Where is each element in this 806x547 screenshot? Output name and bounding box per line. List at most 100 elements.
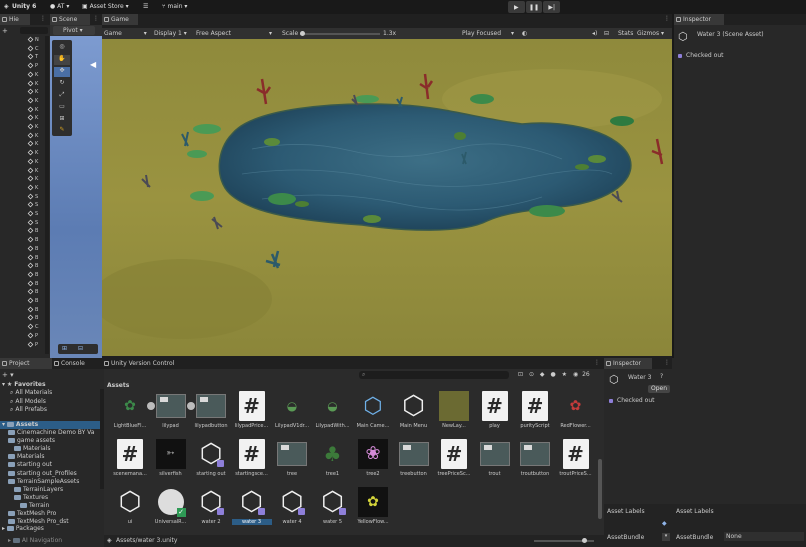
scale-slider-handle[interactable] [300,31,305,36]
tab-scene[interactable]: Scene [50,14,90,25]
hierarchy-item[interactable]: K [27,114,45,122]
asset-item[interactable]: # play [477,391,513,435]
tree-item[interactable]: Terrain [20,502,49,510]
stats-button[interactable]: Stats [618,29,633,38]
asset-item[interactable]: # startingsce... [234,439,270,483]
asset-item[interactable]: # scenemana... [112,439,148,483]
hierarchy-item[interactable]: B [27,227,45,235]
hidden-packages-icon[interactable]: ● [550,371,555,378]
grid-icon[interactable]: ⊞ [62,345,67,352]
right-asset-bundle-dropdown[interactable]: None [724,532,804,541]
asset-grid-scrollbar[interactable] [598,459,602,519]
tab-hierarchy[interactable]: Hie [0,14,30,25]
asset-item[interactable]: # troutPriceS... [558,439,594,483]
hierarchy-item[interactable]: B [27,262,45,270]
display-dropdown[interactable]: Display 1 ▾ [154,29,187,38]
hierarchy-item[interactable]: K [27,123,45,131]
hierarchy-item[interactable]: S [27,201,45,209]
snap-icon[interactable]: ⊟ [78,345,83,352]
mute-icon[interactable]: ◐ [522,29,527,38]
hierarchy-item[interactable]: K [27,71,45,79]
help-icon[interactable]: ? [660,373,663,380]
favorite-item[interactable]: ⌕ All Models [10,398,46,406]
hierarchy-item[interactable]: S [27,193,45,201]
hierarchy-item[interactable]: B [27,297,45,305]
hierarchy-item[interactable]: K [27,140,45,148]
account-button[interactable]: ● AT ▾ [50,2,69,12]
open-button[interactable]: Open [648,385,670,393]
icon-size-handle[interactable] [582,538,587,543]
tree-item[interactable]: TextMesh Pro [8,510,56,518]
tab-inspector[interactable]: Inspector [674,14,724,25]
transform-tool-icon[interactable]: ⊞ [54,115,70,125]
gizmos-dropdown[interactable]: Gizmos ▾ [637,29,664,38]
asset-item[interactable]: ♣ tree1 [315,439,351,483]
asset-item[interactable]: ✓ UniversalR... [153,487,189,531]
expand-icon[interactable] [187,402,195,410]
asset-item[interactable]: ➳ silverfish [153,439,189,483]
hierarchy-item[interactable]: K [27,106,45,114]
hierarchy-item[interactable]: K [27,175,45,183]
more-icon[interactable]: ⋮ [594,359,600,366]
hierarchy-item[interactable]: T [27,53,45,61]
hierarchy-scrollbar[interactable] [45,36,49,354]
hierarchy-item[interactable]: P [27,332,45,340]
packages-child[interactable]: ▸ AI Navigation [8,537,62,545]
hierarchy-item[interactable]: P [27,341,45,349]
asset-bundle-dropdown[interactable]: ▾ [662,533,670,541]
more-icon[interactable]: ⋮ [40,15,46,22]
asset-search-input[interactable]: ⌕ [359,371,509,379]
asset-item[interactable]: lilypadbutton [187,391,229,435]
hand-tool-icon[interactable]: ✋ [54,55,70,65]
asset-item[interactable]: ✿ LightBlueFl... [112,391,148,435]
hierarchy-item[interactable]: K [27,97,45,105]
asset-item[interactable]: trout [477,439,513,483]
hierarchy-item[interactable]: B [27,236,45,244]
tab-project[interactable]: Project [0,358,52,369]
game-mode-dropdown[interactable]: Game ▾ [104,29,147,38]
tab-version-control[interactable]: Unity Version Control [102,358,192,369]
hierarchy-item[interactable]: C [27,323,45,331]
pause-button[interactable]: ❚❚ [525,1,543,13]
more-icon[interactable]: ⋮ [93,15,99,22]
asset-item[interactable]: ⬡ water 3 [231,487,272,531]
hierarchy-search-input[interactable] [20,27,48,34]
tree-item[interactable]: starting out [8,461,52,469]
tab-inspector-bottom[interactable]: Inspector [604,358,652,369]
hierarchy-item[interactable]: B [27,306,45,314]
filter-label-icon[interactable]: ⊙ [529,371,534,378]
view-icon[interactable]: ⊟ [604,29,609,38]
tree-item[interactable]: Materials [8,453,45,461]
hierarchy-item[interactable]: P [27,62,45,70]
pivot-dropdown[interactable]: Pivot ▾ [53,26,95,35]
tree-item[interactable]: game assets [8,437,55,445]
favorite-item[interactable]: ⌕ All Materials [10,389,52,397]
asset-item[interactable]: ⬡ Main Menu [396,391,432,435]
label-tag-icon[interactable]: ◆ [662,520,667,527]
tree-item[interactable]: Textures [14,494,48,502]
asset-item[interactable]: ⬡ water 4 [274,487,310,531]
add-asset-button[interactable]: + ▾ [2,371,14,379]
hierarchy-item[interactable]: K [27,167,45,175]
hierarchy-item[interactable]: S [27,210,45,218]
hierarchy-item[interactable]: K [27,149,45,157]
asset-item[interactable]: ◒ LilypadWith... [315,391,351,435]
asset-item[interactable]: ⬡ ui [112,487,148,531]
asset-item[interactable]: troutbutton [517,439,553,483]
hierarchy-item[interactable]: K [27,80,45,88]
assets-root[interactable]: ▾ Assets [0,421,102,429]
tree-item[interactable]: TerrainLayers [14,486,63,494]
add-button[interactable]: + [2,27,8,35]
hierarchy-item[interactable]: B [27,314,45,322]
hierarchy-item[interactable]: S [27,219,45,227]
hierarchy-item[interactable]: K [27,184,45,192]
view-tool-icon[interactable]: ◎ [54,43,70,53]
icon-size-slider[interactable] [534,538,594,543]
packages-root[interactable]: ▸ Packages [2,525,44,533]
favorite-item[interactable]: ⌕ All Prefabs [10,406,47,414]
asset-item[interactable]: # treePriceSc... [436,439,472,483]
game-view[interactable] [102,39,672,356]
hierarchy-item[interactable]: B [27,245,45,253]
asset-item[interactable]: tree [274,439,310,483]
play-button[interactable]: ▶ [508,1,525,13]
